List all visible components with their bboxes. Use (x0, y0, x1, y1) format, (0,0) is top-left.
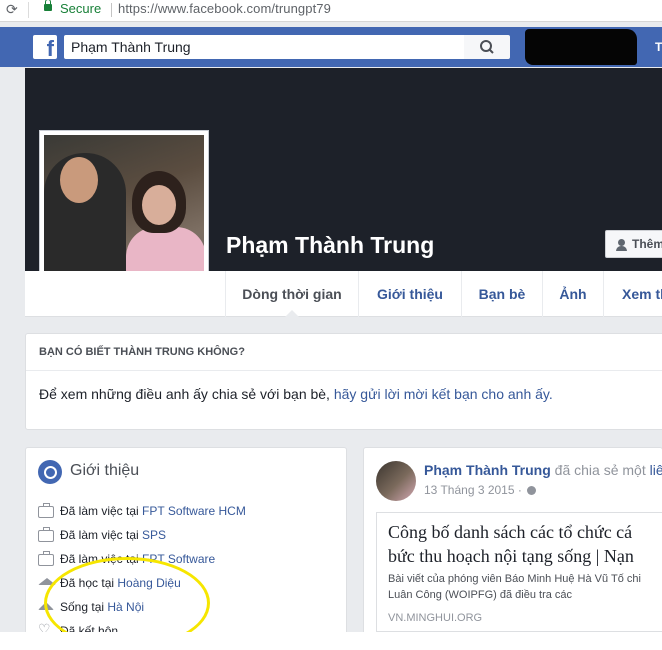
secure-label[interactable]: Secure (60, 1, 101, 16)
do-you-know-text: Để xem những điều anh ấy chia sẻ với bạn… (39, 386, 553, 402)
lock-icon[interactable] (44, 0, 52, 11)
briefcase-icon (38, 527, 54, 542)
briefcase-icon (38, 551, 54, 566)
author-avatar[interactable] (376, 461, 416, 501)
intro-title: Giới thiệu (70, 462, 140, 479)
tab-about[interactable]: Giới thiệu (359, 271, 461, 317)
search-icon (480, 40, 494, 54)
tab-more[interactable]: Xem th (604, 271, 662, 317)
search-button[interactable] (464, 35, 510, 59)
intro-work-row: Đã làm việc tại FPT Software HCM (60, 504, 246, 518)
intro-row-prefix: Đã làm việc tại (60, 528, 143, 542)
photo-face-girl (142, 185, 176, 225)
shared-link-domain: VN.MINGHUI.ORG (388, 612, 483, 624)
topbar-user-initial[interactable]: T (655, 40, 662, 54)
audience-globe-icon[interactable] (527, 486, 536, 495)
do-you-know-heading: BẠN CÓ BIẾT THÀNH TRUNG KHÔNG? (39, 346, 245, 358)
post-action-link[interactable]: liê (650, 462, 662, 478)
tab-photos[interactable]: Ảnh (543, 271, 603, 317)
globe-icon (38, 460, 62, 484)
toolbar-divider (28, 2, 29, 18)
post-header: Phạm Thành Trung đã chia sẻ một liê (424, 462, 662, 478)
shared-link-title-line: Công bố danh sách các tổ chức cá (388, 522, 633, 542)
tab-friends[interactable]: Bạn bè (462, 271, 542, 317)
shared-link-description: Bài viết của phóng viên Báo Minh Huệ Hà … (388, 571, 662, 603)
divider (26, 370, 662, 371)
intro-row-prefix: Đã làm việc tại (60, 504, 143, 518)
search-input[interactable]: Phạm Thành Trung (64, 35, 464, 59)
shared-link-title-line: bức thu hoạch nội tạng sống | Nạn (388, 546, 634, 566)
workplace-link[interactable]: FPT Software HCM (142, 504, 246, 518)
send-friend-request-link[interactable]: hãy gửi lời mời kết bạn cho anh ấy. (334, 386, 553, 402)
facebook-logo-letter: f (46, 36, 54, 61)
post-date[interactable]: 13 Tháng 3 2015 · (424, 483, 522, 497)
redaction-mark (525, 29, 637, 65)
shared-link-title[interactable]: Công bố danh sách các tổ chức cá bức thu … (388, 520, 662, 568)
facebook-logo-icon[interactable]: f (33, 35, 57, 61)
bottom-crop-area (0, 632, 662, 650)
post-author-link[interactable]: Phạm Thành Trung (424, 462, 551, 478)
photo-face-man (60, 157, 98, 203)
url-field[interactable]: https://www.facebook.com/trungpt79 (118, 1, 331, 16)
reload-icon[interactable]: ⟳ (6, 1, 18, 18)
screenshot-root: ⟳ Secure https://www.facebook.com/trungp… (0, 0, 662, 650)
post-action-verb: đã chia sẻ một (550, 462, 650, 478)
profile-name[interactable]: Phạm Thành Trung (226, 232, 434, 259)
active-tab-notch (285, 310, 299, 317)
url-divider (111, 3, 112, 17)
add-friend-button[interactable]: Thêm (605, 230, 662, 258)
do-you-know-message: Để xem những điều anh ấy chia sẻ với bạn… (39, 386, 334, 402)
shared-link-description-line: Bài viết của phóng viên Báo Minh Huệ Hà … (388, 573, 641, 585)
intro-work-row: Đã làm việc tại SPS (60, 528, 166, 542)
shared-link-description-line: Luân Công (WOIPFG) đã điều tra các (388, 589, 573, 601)
briefcase-icon (38, 503, 54, 518)
workplace-link[interactable]: SPS (142, 528, 166, 542)
post-action-text: đã chia sẻ một liê (551, 462, 662, 478)
